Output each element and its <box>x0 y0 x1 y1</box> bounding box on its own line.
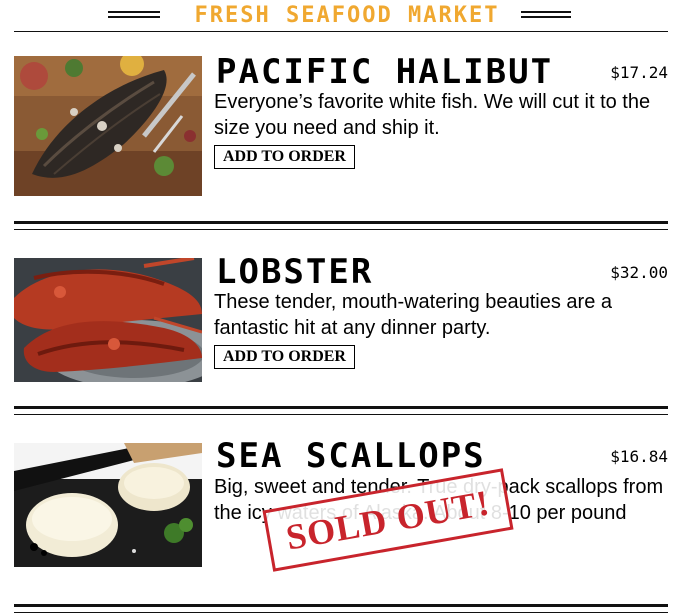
product-name: LOBSTER <box>216 252 374 292</box>
page-title: FRESH SEAFOOD MARKET <box>194 3 500 28</box>
product-description: These tender, mouth-watering beauties ar… <box>214 291 613 339</box>
item-divider <box>14 604 668 613</box>
product-image-halibut <box>14 56 202 196</box>
page-header: FRESH SEAFOOD MARKET <box>0 0 694 32</box>
product-price: $32.00 <box>610 263 668 282</box>
product-image-scallops <box>14 443 202 567</box>
header-decoration-right <box>521 11 571 19</box>
item-divider <box>14 406 668 415</box>
product-name: SEA SCALLOPS <box>216 436 486 476</box>
product-description: Everyone’s favorite white fish. We will … <box>214 91 651 139</box>
add-to-order-button[interactable]: ADD TO ORDER <box>214 345 355 369</box>
header-divider <box>14 31 668 32</box>
product-price: $17.24 <box>610 63 668 82</box>
product-image-lobster <box>14 258 202 382</box>
add-to-order-button[interactable]: ADD TO ORDER <box>214 145 355 169</box>
item-divider <box>14 221 668 230</box>
product-price: $16.84 <box>610 447 668 466</box>
product-name: PACIFIC HALIBUT <box>216 52 554 92</box>
